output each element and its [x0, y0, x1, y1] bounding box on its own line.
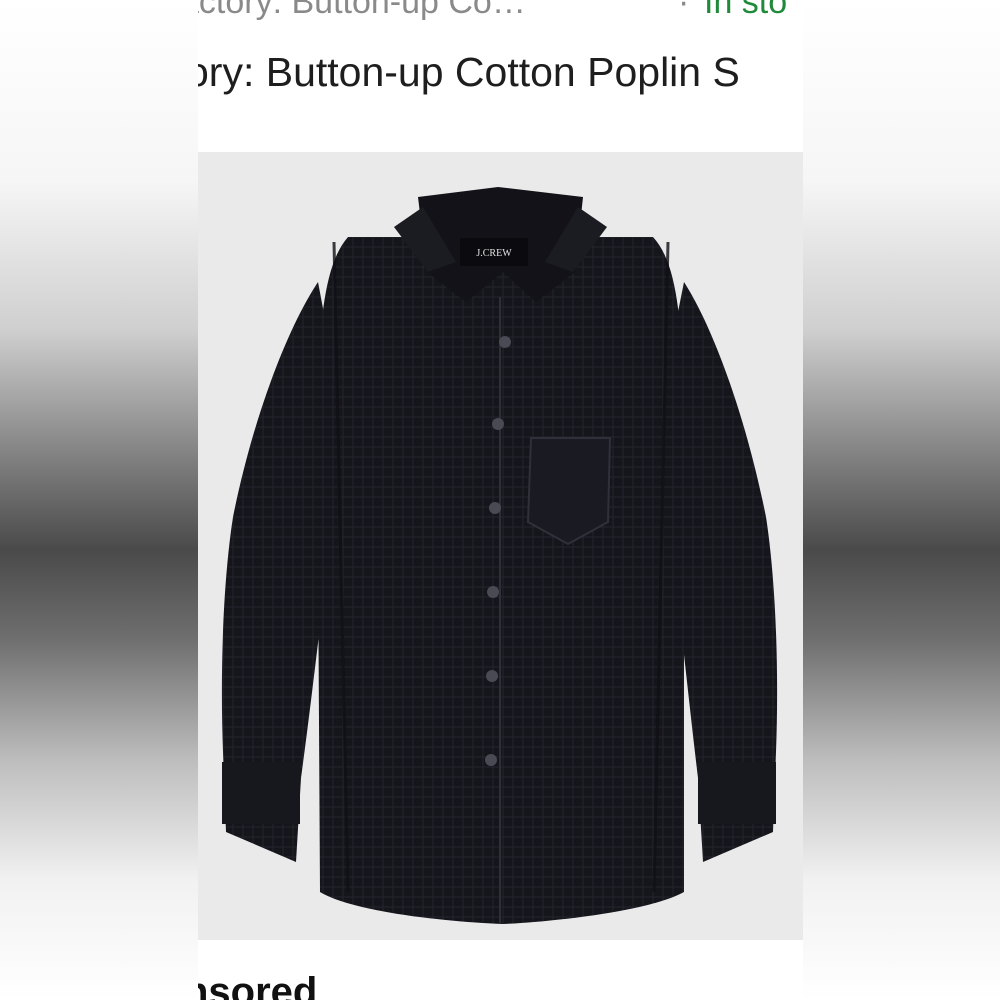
- button: [499, 336, 511, 348]
- previous-listing-row[interactable]: actory: Button-up Co… · In sto: [198, 0, 803, 22]
- button: [487, 586, 499, 598]
- separator-dot: ·: [678, 0, 690, 21]
- left-cuff: [222, 762, 300, 824]
- product-image[interactable]: J.CREW: [198, 152, 803, 940]
- shirt-illustration: J.CREW: [221, 187, 778, 924]
- button: [492, 418, 504, 430]
- product-title[interactable]: ory: Button-up Cotton Poplin S: [198, 48, 740, 96]
- previous-listing-title[interactable]: actory: Button-up Co…: [198, 0, 526, 22]
- left-background-blur: [0, 0, 198, 1000]
- sponsored-label: nsored: [198, 970, 318, 1000]
- button: [489, 502, 501, 514]
- button: [485, 754, 497, 766]
- right-background-blur: [803, 0, 1000, 1000]
- brand-tag-text: J.CREW: [476, 248, 512, 259]
- chest-pocket: [526, 437, 612, 546]
- stock-status: In sto: [704, 0, 788, 21]
- phone-screen[interactable]: actory: Button-up Co… · In sto ory: Butt…: [198, 0, 803, 1000]
- screenshot-frame: actory: Button-up Co… · In sto ory: Butt…: [0, 0, 1000, 1000]
- right-cuff: [698, 762, 776, 824]
- button: [486, 670, 498, 682]
